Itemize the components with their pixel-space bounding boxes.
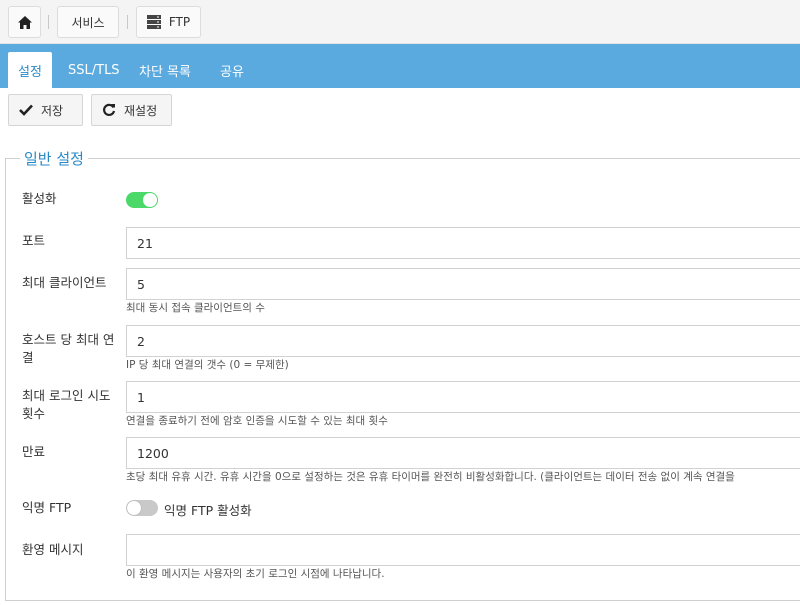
server-icon <box>146 15 161 29</box>
anonymous-ftp-toggle-text: 익명 FTP 활성화 <box>164 503 252 518</box>
breadcrumb-home[interactable] <box>8 6 41 38</box>
max-clients-label: 최대 클라이언트 <box>22 275 107 290</box>
anonymous-ftp-label: 익명 FTP <box>22 500 72 515</box>
welcome-message-label: 환영 메시지 <box>22 542 84 557</box>
login-attempts-label: 최대 로그인 시도 횟수 <box>22 388 111 421</box>
welcome-message-input[interactable] <box>126 534 800 566</box>
home-icon <box>17 15 32 29</box>
breadcrumb-services-label: 서비스 <box>71 15 105 30</box>
tab-settings[interactable]: 설정 <box>8 52 52 88</box>
tab-blocklist-label: 차단 목록 <box>139 64 191 80</box>
refresh-icon <box>103 103 116 116</box>
tab-blocklist[interactable]: 차단 목록 <box>129 52 201 88</box>
save-button[interactable]: 저장 <box>8 94 83 126</box>
breadcrumb-separator <box>127 15 128 29</box>
reset-button[interactable]: 재설정 <box>91 94 172 126</box>
breadcrumb-ftp-label: FTP <box>168 15 191 29</box>
timeout-label: 만료 <box>22 444 46 459</box>
toggle-knob <box>143 193 157 207</box>
toggle-knob <box>127 501 141 515</box>
general-settings-legend: 일반 설정 <box>20 148 88 169</box>
tab-ssl-tls-label: SSL/TLS <box>68 62 120 78</box>
per-host-help: IP 당 최대 연결의 갯수 (0 = 무제한) <box>126 359 289 371</box>
timeout-help: 초당 최대 유휴 시간. 유휴 시간을 0으로 설정하는 것은 유휴 타이머를 … <box>126 471 735 483</box>
per-host-label: 호스트 당 최대 연결 <box>22 332 115 365</box>
port-input[interactable]: 21 <box>126 227 800 259</box>
welcome-message-help: 이 환영 메시지는 사용자의 초기 로그인 시점에 나타납니다. <box>126 568 385 580</box>
login-attempts-input[interactable]: 1 <box>126 381 800 413</box>
max-clients-help: 최대 동시 접속 클라이언트의 수 <box>126 302 265 314</box>
tab-ssl-tls[interactable]: SSL/TLS <box>58 52 130 88</box>
per-host-input[interactable]: 2 <box>126 325 800 357</box>
enable-toggle[interactable] <box>126 192 158 208</box>
check-icon <box>19 104 33 116</box>
breadcrumb-ftp[interactable]: FTP <box>136 6 201 38</box>
max-clients-input[interactable]: 5 <box>126 268 800 300</box>
save-button-label: 저장 <box>41 103 64 118</box>
anonymous-ftp-toggle[interactable] <box>126 500 158 516</box>
tab-bar: 설정 SSL/TLS 차단 목록 공유 <box>0 44 800 88</box>
breadcrumb-services[interactable]: 서비스 <box>57 6 119 38</box>
breadcrumb: 서비스 FTP <box>0 0 800 44</box>
tab-shares[interactable]: 공유 <box>210 52 254 88</box>
enable-label: 활성화 <box>22 191 57 206</box>
timeout-input[interactable]: 1200 <box>126 437 800 469</box>
login-attempts-help: 연결을 종료하기 전에 암호 인증을 시도할 수 있는 최대 횟수 <box>126 415 388 427</box>
breadcrumb-separator <box>48 15 49 29</box>
tab-shares-label: 공유 <box>220 64 244 80</box>
tab-settings-label: 설정 <box>18 64 42 80</box>
reset-button-label: 재설정 <box>124 103 158 118</box>
port-label: 포트 <box>22 233 46 248</box>
